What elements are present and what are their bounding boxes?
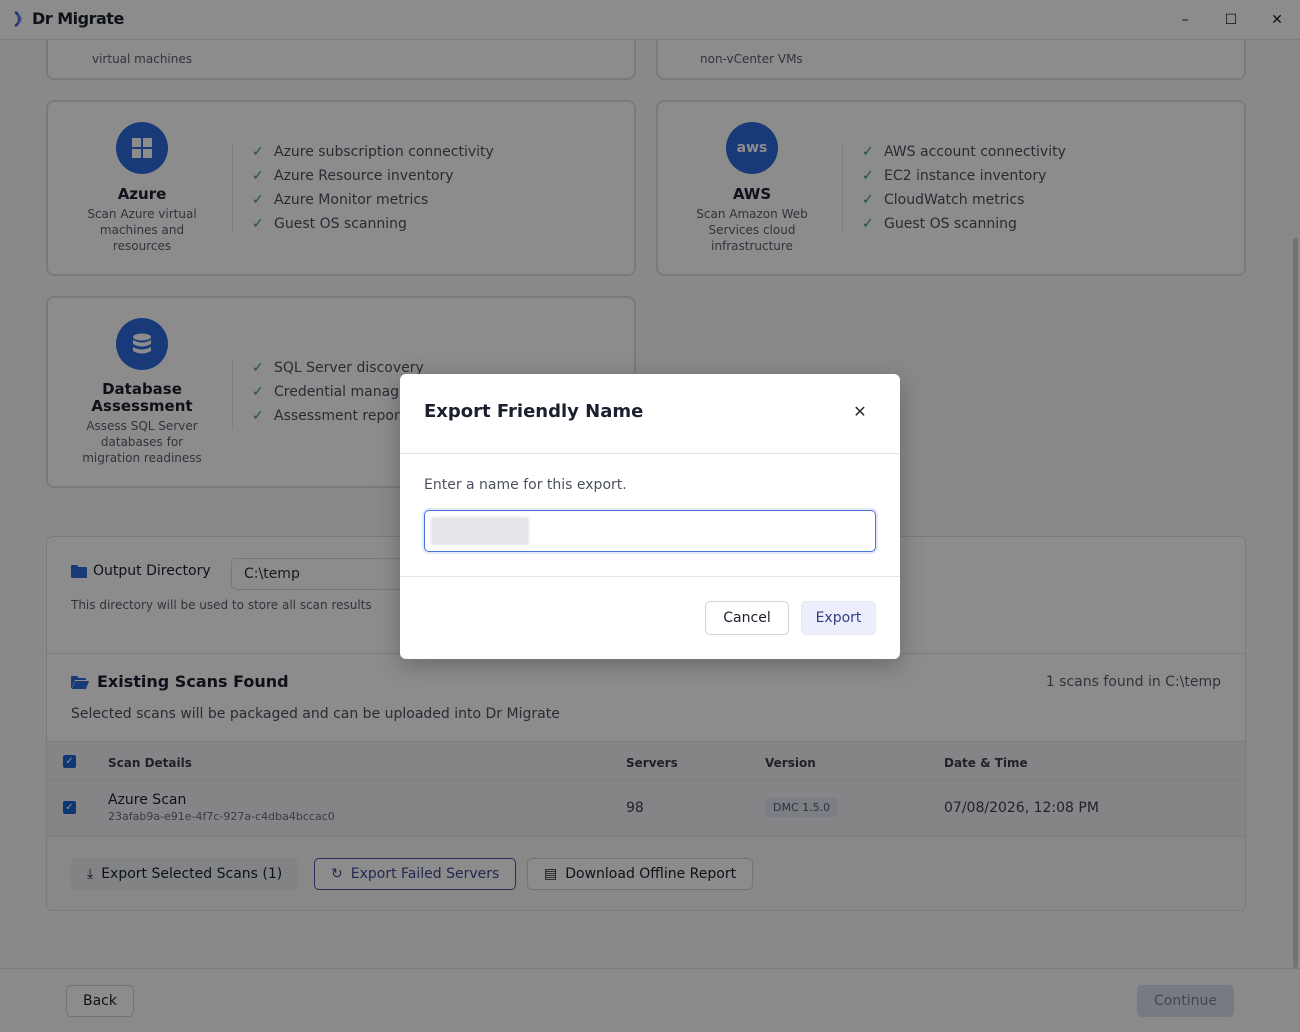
redacted-value xyxy=(431,517,529,545)
export-name-input[interactable] xyxy=(424,510,876,552)
cancel-button[interactable]: Cancel xyxy=(705,601,789,635)
dialog-prompt: Enter a name for this export. xyxy=(424,477,627,493)
export-button[interactable]: Export xyxy=(801,601,876,635)
divider xyxy=(400,453,900,454)
dialog-close-icon[interactable]: ✕ xyxy=(848,400,872,424)
export-name-dialog: Export Friendly Name ✕ Enter a name for … xyxy=(400,374,900,659)
dialog-title: Export Friendly Name xyxy=(424,401,644,422)
divider xyxy=(400,576,900,577)
